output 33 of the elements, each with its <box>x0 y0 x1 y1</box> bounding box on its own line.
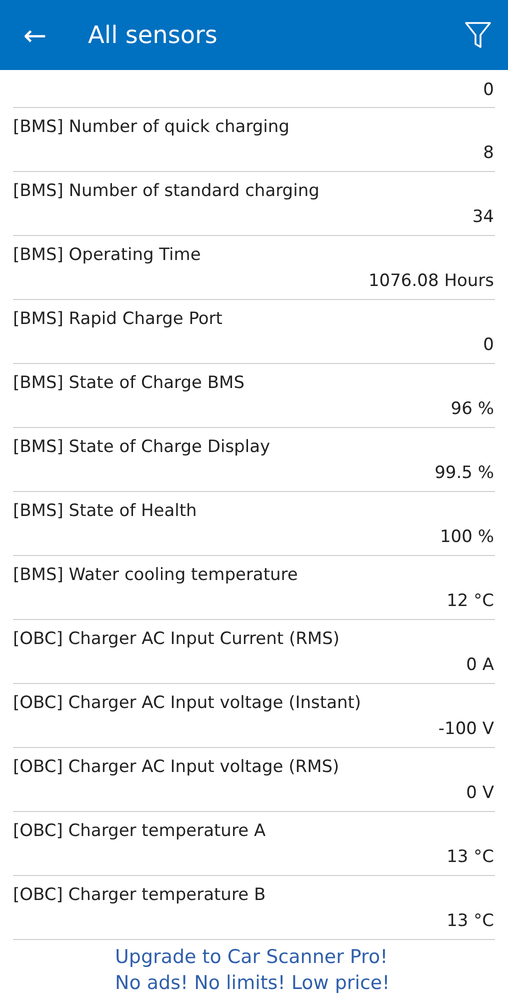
banner-text: Upgrade to Car Scanner Pro! <box>115 944 388 970</box>
sensor-name: [OBC] Charger AC Input Current (RMS) <box>13 628 340 650</box>
filter-icon[interactable] <box>464 20 492 50</box>
sensor-value: 13 °C <box>446 910 494 932</box>
sensor-value: -100 V <box>438 718 494 740</box>
sensor-value: 99.5 % <box>434 462 494 484</box>
sensor-value: 1076.08 Hours <box>368 270 494 292</box>
sensor-name: [OBC] Charger temperature B <box>13 884 266 906</box>
sensor-name: [OBC] Charger AC Input voltage (RMS) <box>13 756 340 778</box>
sensor-name: [BMS] Rapid Charge Port <box>13 308 222 330</box>
sensor-name: [BMS] State of Charge Display <box>13 436 270 458</box>
sensor-name: [OBC] Charger AC Input voltage (Instant) <box>13 692 362 714</box>
sensor-value: 8 <box>483 142 494 164</box>
sensor-value: 12 °C <box>446 590 494 612</box>
sensor-name: [OBC] Charger temperature A <box>13 820 266 842</box>
screen-title: All sensors <box>88 21 218 49</box>
sensor-name: [BMS] State of Health <box>13 500 197 522</box>
sensor-name: [BMS] Number of quick charging <box>13 116 290 138</box>
sensor-value: 34 <box>472 206 494 228</box>
sensor-value: 0 V <box>466 782 494 804</box>
sensor-name: [BMS] State of Charge BMS <box>13 372 245 394</box>
sensor-name: [BMS] Water cooling temperature <box>13 564 298 586</box>
sensor-value: 96 % <box>450 398 494 420</box>
sensor-name: [BMS] Operating Time <box>13 244 201 266</box>
sensor-name: [BMS] Number of standard charging <box>13 180 320 202</box>
sensor-value: 100 % <box>440 526 494 548</box>
sensor-value: 0 <box>483 334 494 356</box>
back-button[interactable]: ← <box>18 18 52 52</box>
sensor-value: 0 <box>483 79 494 102</box>
sensor-value: 13 °C <box>446 846 494 868</box>
banner-text: No ads! No limits! Low price! <box>115 970 390 996</box>
sensor-value: 0 A <box>466 654 494 676</box>
upgrade-banner[interactable]: Upgrade to Car Scanner Pro! No ads! No limits! Low price! <box>0 940 508 999</box>
